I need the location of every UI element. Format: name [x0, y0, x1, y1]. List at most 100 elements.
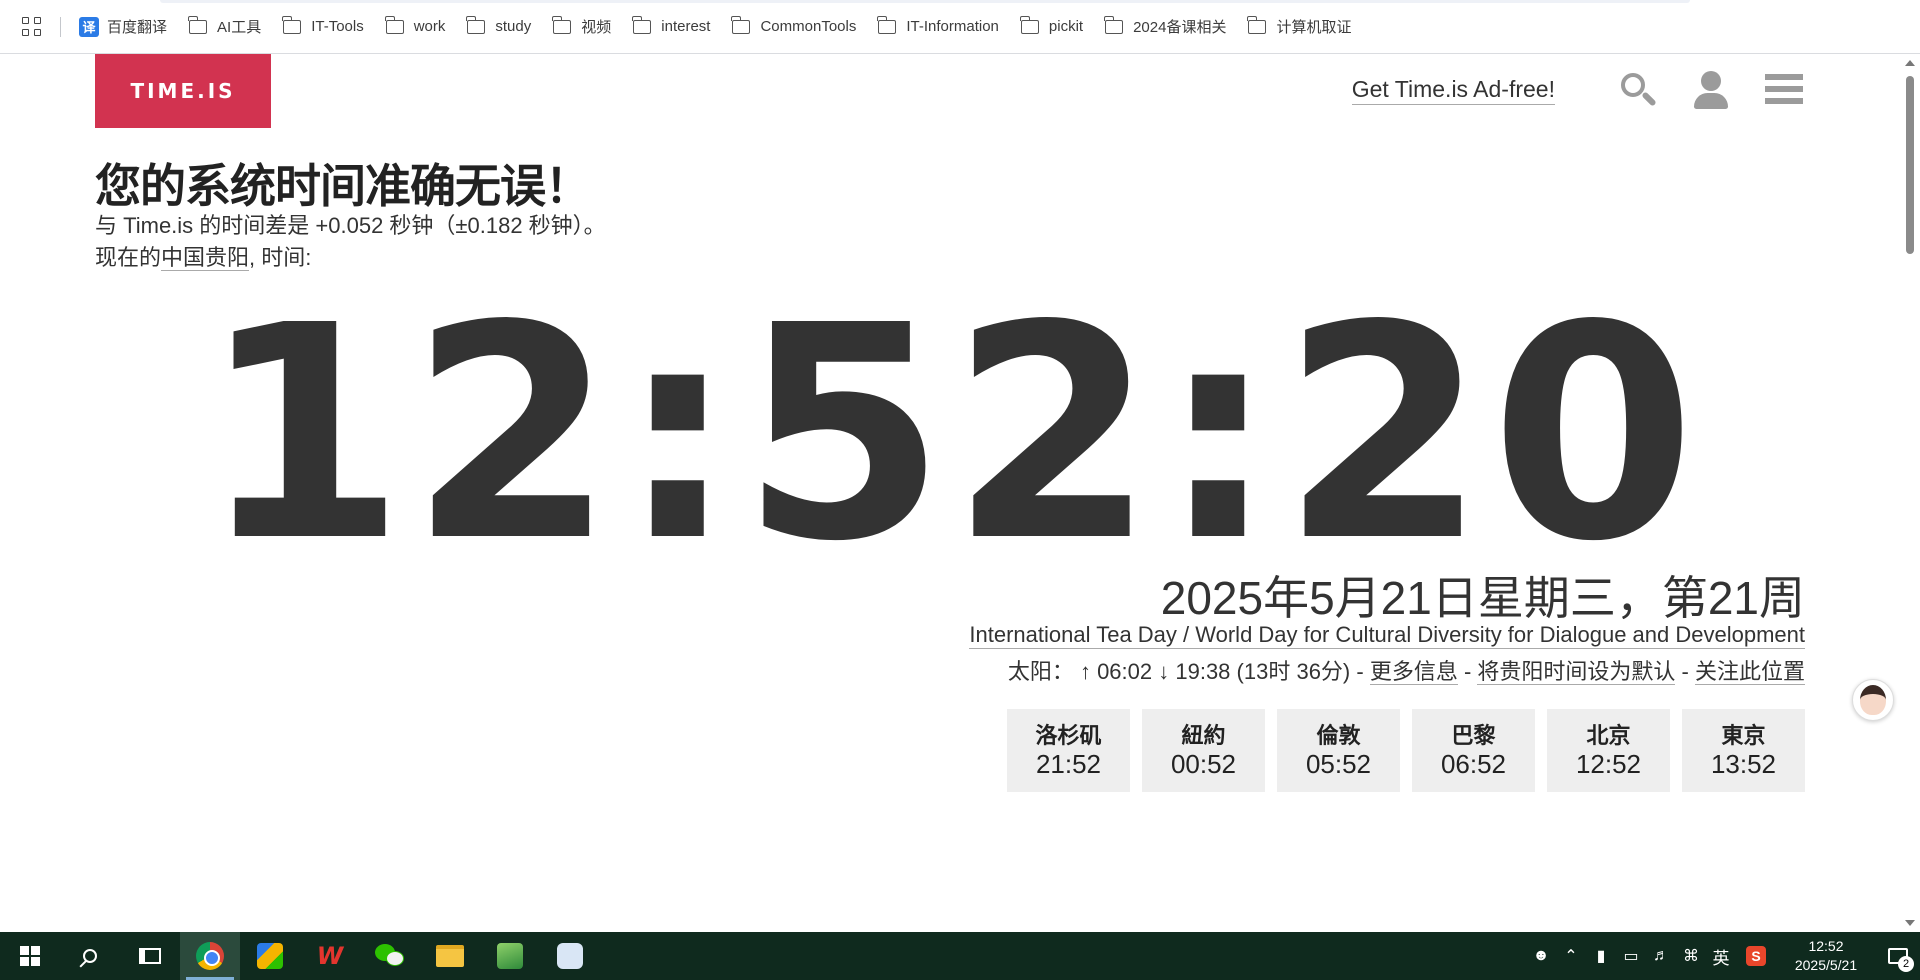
folder-icon [552, 15, 572, 34]
people-icon[interactable]: ☻ [1526, 932, 1556, 980]
volume-icon[interactable]: ♬ [1646, 932, 1676, 980]
taskbar-notepad-app[interactable] [480, 932, 540, 980]
hamburger-menu-icon[interactable] [1763, 68, 1807, 112]
taskbar-time: 12:52 [1808, 938, 1844, 954]
taskbar-wechat[interactable] [360, 932, 420, 980]
bookmarks-bar: 译 百度翻译 AI工具 IT-Tools work study 视频 inter… [0, 0, 1920, 54]
bookmark-label: work [413, 18, 446, 35]
wifi-icon[interactable]: ⌘ [1676, 932, 1706, 980]
folder-icon [466, 15, 486, 34]
taskbar-search-button[interactable] [60, 932, 120, 980]
timeis-logo[interactable]: TIME.IS [95, 54, 271, 128]
city-name: 巴黎 [1451, 723, 1496, 748]
taskbar-clock[interactable]: 12:52 2025/5/21 [1776, 937, 1876, 975]
separator: - [1350, 659, 1370, 684]
folder-icon [188, 15, 208, 34]
current-date: 2025年5月21日星期三，第21周 [1160, 572, 1805, 624]
day-length: (13时 36分) [1236, 659, 1351, 684]
web-page: TIME.IS Get Time.is Ad-free! 您的系统时间准确无误！… [0, 54, 1900, 932]
avatar-app-icon [557, 943, 583, 969]
windows-logo-icon [20, 946, 40, 966]
folder-icon [282, 15, 302, 34]
apps-grid-icon[interactable] [20, 15, 44, 39]
bookmark-label: 视频 [581, 19, 612, 36]
get-adfree-link[interactable]: Get Time.is Ad-free! [1351, 76, 1555, 105]
sunrise-time: ↑ 06:02 [1079, 659, 1153, 684]
bookmark-folder-interest[interactable]: interest [632, 12, 711, 42]
world-clocks: 洛杉矶 21:52 紐約 00:52 倫敦 05:52 巴黎 06:52 北京 12:52… [995, 709, 1805, 792]
city-time: 05:52 [1305, 749, 1372, 779]
taskbar-wps[interactable]: W [300, 932, 360, 980]
bookmarks-separator [60, 16, 61, 37]
task-view-button[interactable] [120, 932, 180, 980]
search-icon[interactable] [1615, 68, 1659, 112]
city-time: 13:52 [1710, 749, 1777, 779]
city-clock-london[interactable]: 倫敦 05:52 [1277, 709, 1400, 792]
show-hidden-icons-icon[interactable]: ⌃ [1556, 932, 1586, 980]
city-name: 倫敦 [1316, 723, 1361, 748]
page-scrollbar[interactable] [1900, 54, 1920, 932]
start-button[interactable] [0, 932, 60, 980]
file-explorer-icon [436, 945, 464, 967]
city-name: 北京 [1586, 723, 1631, 748]
app-icon [257, 943, 283, 969]
city-clock-tokyo[interactable]: 東京 13:52 [1682, 709, 1805, 792]
follow-location-link[interactable]: 关注此位置 [1694, 659, 1805, 685]
battery-icon[interactable]: ▭ [1616, 932, 1646, 980]
notepad-app-icon [497, 943, 523, 969]
city-clock-beijing[interactable]: 北京 12:52 [1547, 709, 1670, 792]
scrollbar-thumb[interactable] [1906, 76, 1914, 254]
bookmark-baidu-translate[interactable]: 译 百度翻译 [79, 12, 167, 42]
address-bar-edge [160, 0, 1690, 3]
city-clock-paris[interactable]: 巴黎 06:52 [1412, 709, 1535, 792]
taskbar-date: 2025/5/21 [1794, 957, 1858, 973]
bookmark-folder-2024-lessons[interactable]: 2024备课相关 [1104, 12, 1226, 42]
taskbar-app-colorful[interactable] [240, 932, 300, 980]
sogou-ime-icon[interactable]: S [1746, 946, 1766, 966]
notification-count: 2 [1898, 956, 1914, 972]
bookmark-folder-video[interactable]: 视频 [552, 12, 612, 42]
scroll-down-arrow-icon[interactable] [1905, 920, 1915, 926]
assistant-avatar-icon[interactable] [1852, 679, 1894, 721]
folder-icon [1019, 15, 1039, 34]
notification-center-button[interactable]: 2 [1876, 932, 1920, 980]
task-view-icon [139, 948, 161, 964]
input-language-indicator[interactable]: 英 [1706, 944, 1736, 969]
search-icon [83, 949, 97, 963]
bookmark-folder-forensics[interactable]: 计算机取证 [1247, 12, 1352, 42]
bookmark-label: interest [661, 18, 711, 35]
wps-icon: W [316, 942, 344, 970]
city-clock-los-angeles[interactable]: 洛杉矶 21:52 [1007, 709, 1130, 792]
city-name: 紐約 [1181, 723, 1226, 748]
taskbar-file-explorer[interactable] [420, 932, 480, 980]
bookmark-label: 计算机取证 [1276, 19, 1352, 36]
city-clock-new-york[interactable]: 紐約 00:52 [1142, 709, 1265, 792]
bookmark-folder-it-information[interactable]: IT-Information [877, 12, 999, 42]
translate-icon: 译 [79, 16, 99, 37]
top-navigation: Get Time.is Ad-free! [1351, 68, 1807, 112]
bookmark-folder-ai-tools[interactable]: AI工具 [188, 12, 261, 42]
wechat-icon [375, 944, 405, 968]
holiday-link[interactable]: International Tea Day / World Day for Cu… [969, 622, 1805, 649]
bookmark-folder-pickit[interactable]: pickit [1019, 12, 1084, 42]
set-default-link[interactable]: 将贵阳时间设为默认 [1477, 659, 1676, 685]
taskbar-chrome[interactable] [180, 932, 240, 980]
bookmark-folder-work[interactable]: work [384, 12, 446, 42]
taskbar-avatar-app[interactable] [540, 932, 600, 980]
windows-taskbar: W ☻ ⌃ ▮ ▭ ♬ ⌘ 英 S 12:52 2025/5/21 2 [0, 932, 1920, 980]
bookmark-folder-it-tools[interactable]: IT-Tools [282, 12, 364, 42]
bookmark-folder-commontools[interactable]: CommonTools [731, 12, 856, 42]
bookmark-label: pickit [1048, 18, 1084, 35]
app-tray-icon[interactable]: ▮ [1586, 932, 1616, 980]
scroll-up-arrow-icon[interactable] [1905, 60, 1915, 66]
user-account-icon[interactable] [1689, 68, 1733, 112]
time-accuracy-headline: 您的系统时间准确无误！ [95, 160, 591, 212]
bookmark-label: 百度翻译 [107, 19, 168, 36]
sunset-time: ↓ 19:38 [1158, 659, 1231, 684]
chrome-icon [196, 942, 224, 970]
now-prefix: 现在的 [95, 245, 162, 270]
city-time: 12:52 [1575, 749, 1642, 779]
bookmark-folder-study[interactable]: study [466, 12, 531, 42]
more-info-link[interactable]: 更多信息 [1369, 659, 1458, 685]
bookmark-label: IT-Tools [311, 18, 364, 35]
